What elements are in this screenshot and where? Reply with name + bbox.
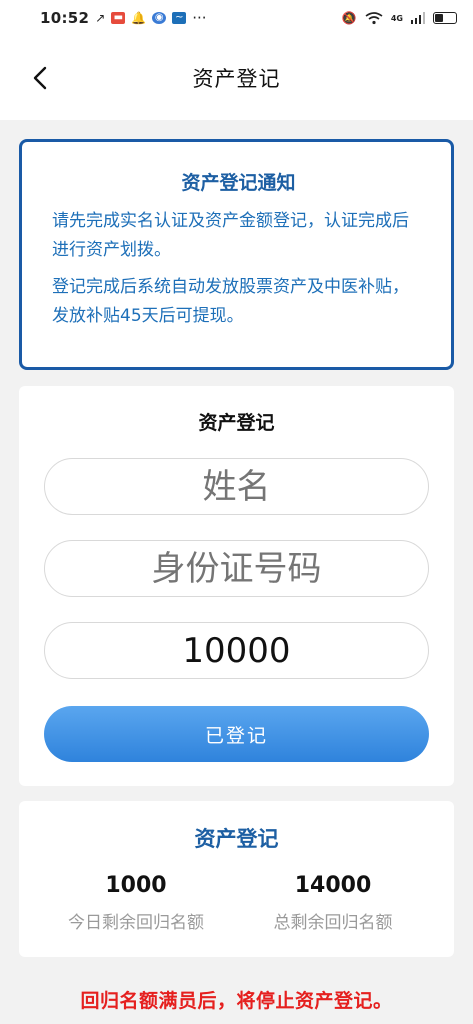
mute-icon: 🔕	[341, 11, 357, 25]
bell-icon: 🔔	[131, 11, 147, 25]
stats-title: 资产登记	[194, 827, 279, 851]
status-time: 10:52	[40, 9, 90, 27]
app-notification-icon: ▬	[111, 12, 126, 24]
id-number-field-wrapper	[44, 540, 429, 597]
more-notifications-icon: ···	[192, 9, 207, 27]
missed-call-icon: ↗	[95, 11, 106, 25]
wifi-icon	[365, 12, 383, 25]
back-button[interactable]	[22, 60, 58, 96]
network-type: 4G	[390, 13, 403, 23]
name-field-wrapper	[44, 458, 429, 515]
notice-box: 资产登记通知 请先完成实名认证及资产金额登记，认证完成后进行资产划拨。 登记完成…	[19, 139, 454, 370]
stat-today: 1000 今日剩余回归名额	[36, 873, 236, 933]
signal-icon	[411, 12, 425, 24]
registration-card: 资产登记 已登记	[19, 386, 454, 786]
notice-title: 资产登记通知	[181, 172, 296, 194]
status-bar-left: 10:52 ↗ ▬ 🔔 ◉ ~ ···	[40, 9, 207, 27]
submit-button[interactable]: 已登记	[44, 706, 429, 762]
name-input[interactable]	[45, 459, 428, 514]
stat-total-label: 总剩余回归名额	[273, 913, 393, 933]
header: 资产登记	[0, 36, 473, 120]
notice-paragraph-2: 登记完成后系统自动发放股票资产及中医补贴，发放补贴45天后可提现。	[52, 277, 409, 326]
app-notification-icon-blue: ◉	[152, 12, 167, 24]
stat-today-label: 今日剩余回归名额	[68, 913, 204, 933]
footer-warning: 回归名额满员后，将停止资产登记。	[80, 990, 393, 1012]
amount-input[interactable]	[45, 623, 428, 678]
status-bar-right: 🔕 4G	[342, 11, 457, 25]
stats-card: 资产登记 1000 今日剩余回归名额 14000 总剩余回归名额	[19, 801, 454, 957]
id-number-input[interactable]	[45, 541, 428, 596]
battery-icon	[433, 12, 457, 24]
stat-today-value: 1000	[105, 873, 167, 898]
form-title: 资产登记	[198, 412, 275, 434]
stat-total: 14000 总剩余回归名额	[233, 873, 433, 933]
stat-total-value: 14000	[294, 873, 372, 898]
status-bar: 10:52 ↗ ▬ 🔔 ◉ ~ ··· 🔕 4G	[0, 0, 473, 36]
notice-paragraph-1: 请先完成实名认证及资产金额登记，认证完成后进行资产划拨。	[52, 211, 409, 260]
app-notification-icon-bird: ~	[172, 12, 187, 24]
chevron-left-icon	[33, 66, 47, 90]
amount-field-wrapper	[44, 622, 429, 679]
page-title: 资产登记	[192, 67, 281, 91]
